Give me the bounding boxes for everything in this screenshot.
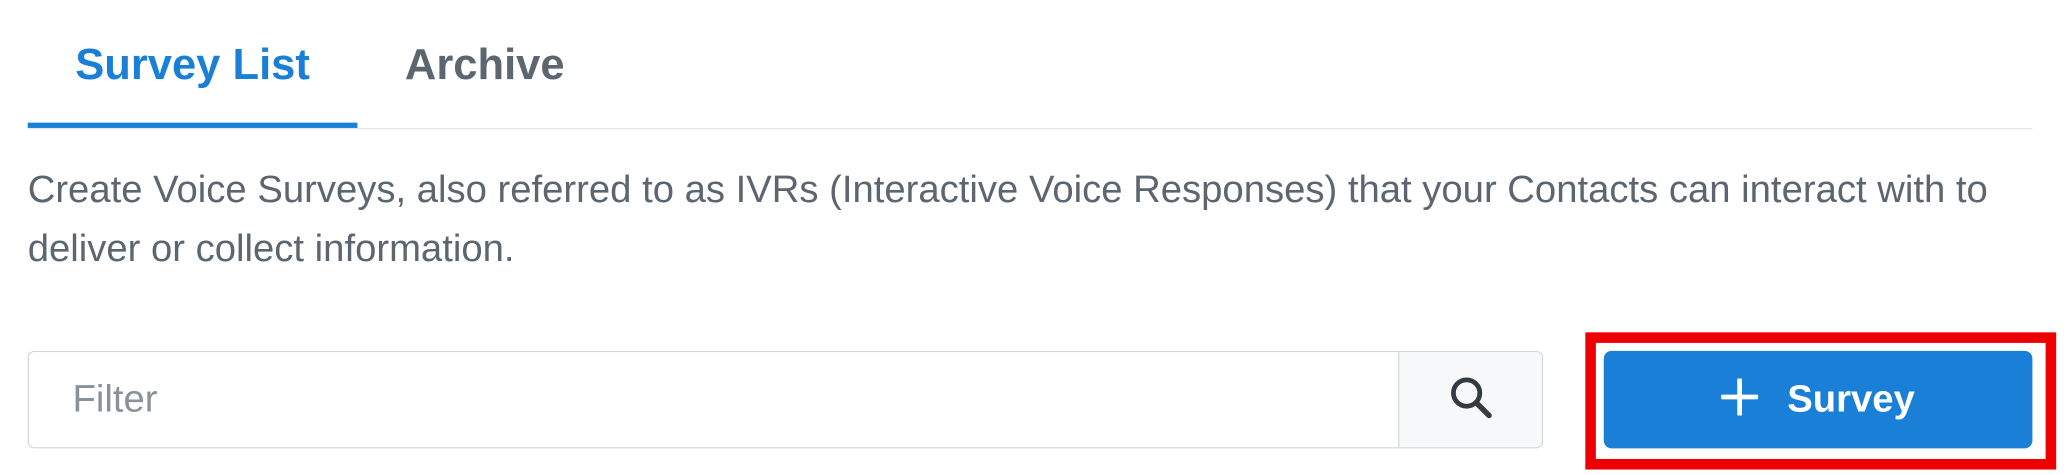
search-button[interactable] xyxy=(1398,352,1542,448)
tab-archive[interactable]: Archive xyxy=(357,0,621,128)
search-icon xyxy=(1448,374,1493,425)
tab-archive-label: Archive xyxy=(404,38,565,88)
add-survey-button[interactable]: Survey xyxy=(1603,350,2033,449)
plus-icon xyxy=(1720,376,1760,422)
filter-group xyxy=(27,350,1544,449)
filter-input[interactable] xyxy=(29,352,1399,448)
tab-survey-list[interactable]: Survey List xyxy=(27,0,358,128)
page-description: Create Voice Surveys, also referred to a… xyxy=(27,168,1988,271)
tab-bar: Survey List Archive xyxy=(27,0,2033,130)
tab-survey-list-label: Survey List xyxy=(75,38,310,88)
survey-page: Survey List Archive Create Voice Surveys… xyxy=(0,0,2068,475)
add-survey-label: Survey xyxy=(1787,377,1915,421)
